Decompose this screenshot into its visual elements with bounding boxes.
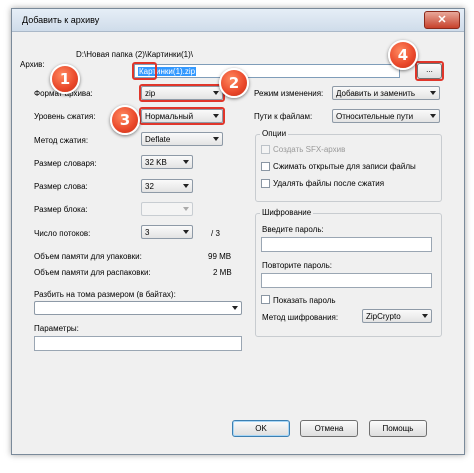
options-title: Опции — [260, 129, 289, 138]
threads-value: 3 — [145, 228, 150, 237]
method-label: Метод сжатия: — [34, 136, 89, 145]
dict-value: 32 KB — [145, 158, 167, 167]
chevron-down-icon — [183, 230, 189, 234]
title-bar: Добавить к архиву ✕ — [12, 9, 464, 32]
encryption-title: Шифрование — [260, 208, 314, 217]
shared-label: Сжимать открытые для записи файлы — [273, 162, 416, 171]
threads-select[interactable]: 3 — [141, 225, 193, 239]
delete-after-checkbox[interactable] — [261, 179, 270, 188]
chevron-down-icon — [430, 114, 436, 118]
annotation-badge-3: 3 — [110, 105, 140, 135]
word-select[interactable]: 32 — [141, 179, 193, 193]
sfx-checkbox — [261, 145, 270, 154]
word-value: 32 — [145, 182, 154, 191]
update-mode-label: Режим изменения: — [254, 89, 324, 98]
chevron-down-icon — [183, 160, 189, 164]
chevron-down-icon — [232, 306, 238, 310]
params-input[interactable] — [34, 336, 242, 351]
ok-button[interactable]: OK — [232, 420, 290, 437]
enc-method-label: Метод шифрования: — [262, 313, 339, 322]
chevron-down-icon — [183, 207, 189, 211]
annotation-badge-1: 1 — [50, 64, 80, 94]
enc-method-value: ZipCrypto — [366, 312, 401, 321]
level-label: Уровень сжатия: — [34, 112, 96, 121]
window-title: Добавить к архиву — [22, 15, 100, 25]
mem-pack-value: 99 MB — [208, 252, 232, 261]
update-mode-value: Добавить и заменить — [336, 89, 416, 98]
update-mode-select[interactable]: Добавить и заменить — [332, 86, 440, 100]
repeat-password-input[interactable] — [261, 273, 432, 288]
chevron-down-icon — [183, 184, 189, 188]
word-label: Размер слова: — [34, 182, 88, 191]
block-select — [141, 202, 193, 216]
block-label: Размер блока: — [34, 205, 88, 214]
chevron-down-icon — [213, 137, 219, 141]
paths-label: Пути к файлам: — [254, 112, 313, 121]
repeat-password-label: Повторите пароль: — [262, 261, 333, 270]
cancel-button[interactable]: Отмена — [300, 420, 358, 437]
show-password-label: Показать пароль — [273, 296, 336, 305]
delete-after-label: Удалять файлы после сжатия — [273, 179, 385, 188]
highlight-browse — [415, 61, 444, 81]
close-button[interactable]: ✕ — [424, 11, 460, 29]
highlight-level — [139, 107, 225, 125]
shared-checkbox[interactable] — [261, 162, 270, 171]
sfx-label: Создать SFX-архив — [273, 145, 346, 154]
split-select[interactable] — [34, 301, 242, 315]
params-label: Параметры: — [34, 324, 79, 333]
mem-unpack-value: 2 MB — [213, 268, 232, 277]
method-value: Deflate — [145, 135, 171, 144]
mem-pack-label: Объем памяти для упаковки: — [34, 252, 142, 261]
dict-select[interactable]: 32 KB — [141, 155, 193, 169]
help-button[interactable]: Помощь — [369, 420, 427, 437]
highlight-archive-name — [132, 62, 157, 80]
mem-unpack-label: Объем памяти для распаковки: — [34, 268, 151, 277]
enc-method-select[interactable]: ZipCrypto — [362, 309, 432, 323]
highlight-format — [139, 84, 225, 102]
password-input[interactable] — [261, 237, 432, 252]
dict-label: Размер словаря: — [34, 159, 97, 168]
chevron-down-icon — [422, 314, 428, 318]
annotation-badge-4: 4 — [388, 40, 418, 70]
annotation-badge-2: 2 — [219, 68, 249, 98]
archive-path: D:\Новая папка (2)\Картинки(1)\ — [76, 50, 193, 59]
split-label: Разбить на тома размером (в байтах): — [34, 290, 176, 299]
threads-label: Число потоков: — [34, 229, 91, 238]
paths-select[interactable]: Относительные пути — [332, 109, 440, 123]
archive-name-input[interactable]: Картинки(1).zip — [134, 64, 400, 78]
chevron-down-icon — [430, 91, 436, 95]
paths-value: Относительные пути — [336, 112, 414, 121]
password-label: Введите пароль: — [262, 225, 324, 234]
archive-label: Архив: — [20, 60, 45, 69]
show-password-checkbox[interactable] — [261, 295, 270, 304]
threads-total: / 3 — [211, 229, 220, 238]
method-select[interactable]: Deflate — [141, 132, 223, 146]
